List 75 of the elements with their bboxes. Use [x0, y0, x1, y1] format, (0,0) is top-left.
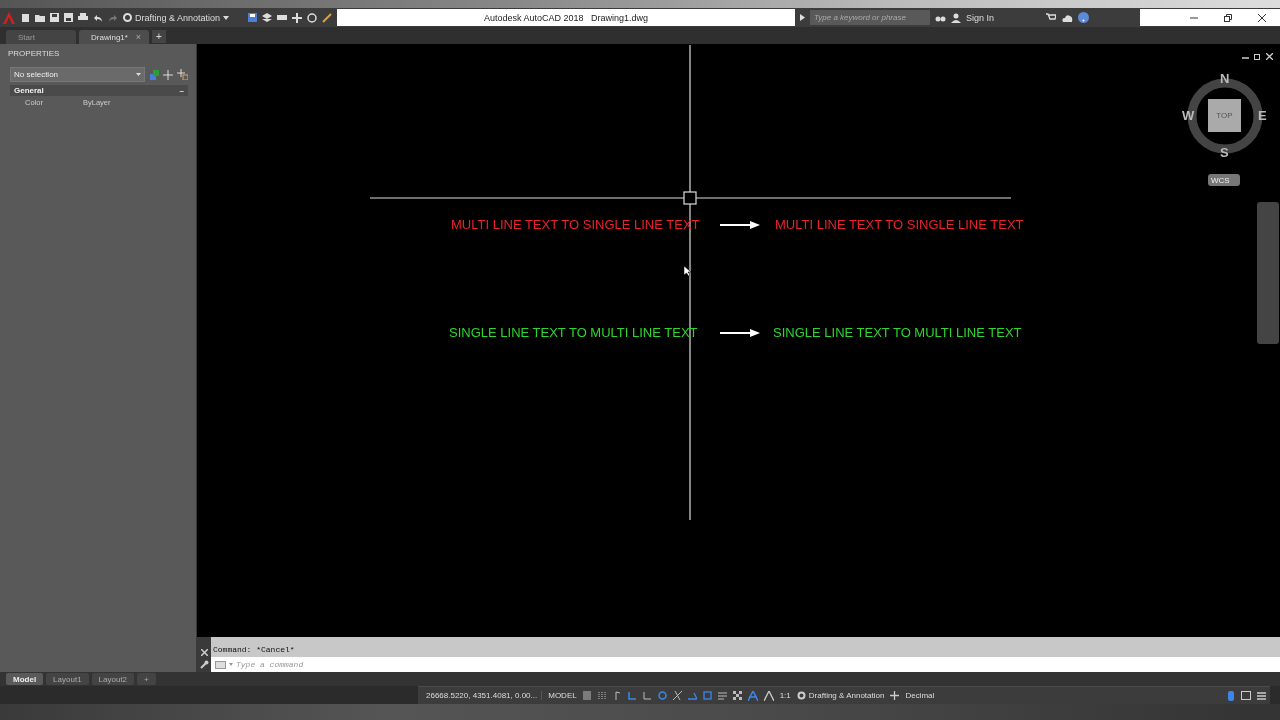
layers-icon[interactable] [262, 13, 272, 22]
arrow [720, 221, 760, 229]
undo-icon[interactable] [93, 13, 103, 22]
osnap-icon[interactable] [657, 691, 667, 700]
save-as-icon[interactable] [64, 13, 73, 22]
scale-dropdown[interactable]: 1:1 [779, 691, 791, 700]
folder-icon[interactable] [35, 13, 45, 22]
circle-icon[interactable] [307, 12, 317, 23]
window-title: Autodesk AutoCAD 2018 Drawing1.dwg [337, 9, 795, 26]
save-icon[interactable] [50, 13, 59, 22]
file-tab[interactable]: Start [6, 30, 76, 44]
command-icon[interactable] [215, 660, 226, 669]
dynamic-icon[interactable] [687, 691, 697, 700]
track-icon[interactable] [672, 691, 682, 700]
section-header[interactable]: General – [10, 85, 188, 96]
transparency-icon[interactable] [732, 691, 742, 700]
sign-in-button[interactable]: Sign In [966, 12, 995, 23]
caret-icon [800, 14, 805, 21]
select-objects-icon[interactable] [163, 69, 173, 80]
caret-icon [136, 73, 141, 76]
command-history: Command: *Cancel* [212, 644, 296, 656]
annotation-icon[interactable] [747, 690, 758, 701]
viewcube-face[interactable]: TOP [1208, 99, 1241, 132]
drawing-text: MULTI LINE TEXT TO SINGLE LINE TEXT [775, 217, 1024, 232]
grid-icon[interactable] [582, 691, 592, 700]
lineweight-icon[interactable] [717, 691, 727, 700]
caret-icon [229, 663, 233, 666]
panel-title: PROPERTIES [7, 48, 61, 60]
workspace-dropdown[interactable]: Drafting & Annotation [123, 12, 243, 23]
model-space-button[interactable]: MODEL [548, 691, 577, 700]
compass-west[interactable]: W [1182, 108, 1195, 123]
wrench-icon[interactable] [199, 660, 209, 669]
new-layout-button[interactable]: + [137, 673, 156, 685]
layout-tab[interactable]: Layout1 [46, 673, 89, 685]
ucs-icon[interactable] [702, 691, 712, 700]
move-icon[interactable] [292, 12, 302, 23]
printer-icon[interactable] [78, 13, 88, 22]
drawing-text: SINGLE LINE TEXT TO MULTI LINE TEXT [773, 325, 1022, 340]
cart-icon[interactable] [1046, 13, 1057, 22]
compass-north[interactable]: N [1220, 71, 1230, 86]
new-tab-button[interactable]: + [152, 30, 166, 43]
coordinates-readout: 26668.5220, 4351.4081, 0.00... [422, 691, 543, 700]
polar-icon[interactable] [642, 691, 652, 700]
plus-icon[interactable] [890, 691, 900, 700]
clean-screen-icon[interactable] [1241, 691, 1251, 700]
close-icon[interactable] [1258, 13, 1266, 22]
ucs-menu[interactable]: WCS [1208, 174, 1240, 186]
layout-tab[interactable]: Model [6, 673, 44, 685]
layout-tab[interactable]: Layout2 [91, 673, 135, 685]
isolate-icon[interactable] [1227, 690, 1235, 701]
person-icon[interactable] [951, 12, 961, 23]
save-icon[interactable] [248, 13, 257, 22]
help-icon[interactable] [1078, 12, 1090, 23]
close-icon[interactable]: × [135, 32, 141, 42]
snap-icon[interactable] [597, 691, 607, 700]
search-field[interactable]: Type a keyword or phrase [810, 10, 930, 25]
compass-east[interactable]: E [1258, 108, 1267, 123]
annotation-scale-icon[interactable] [763, 690, 774, 701]
new-file-icon[interactable] [21, 12, 30, 23]
arrow [720, 329, 760, 337]
caret-icon [223, 15, 230, 20]
pencil-icon[interactable] [322, 12, 332, 23]
units-dropdown[interactable]: Decimal [905, 691, 935, 700]
cursor-icon [684, 266, 691, 276]
selection-dropdown[interactable]: No selection [10, 67, 145, 82]
redo-icon[interactable] [108, 13, 118, 22]
quick-select-icon[interactable] [177, 69, 188, 80]
infer-icon[interactable] [612, 691, 622, 700]
restore-icon[interactable] [1254, 53, 1261, 60]
restore-icon[interactable] [1224, 13, 1232, 22]
workspace-dropdown[interactable]: Drafting & Annotation [796, 691, 885, 700]
compass-south[interactable]: S [1220, 145, 1229, 160]
cloud-icon[interactable] [1061, 13, 1074, 22]
file-tab[interactable]: Drawing1* × [79, 30, 149, 44]
menu-icon[interactable] [1257, 691, 1266, 700]
